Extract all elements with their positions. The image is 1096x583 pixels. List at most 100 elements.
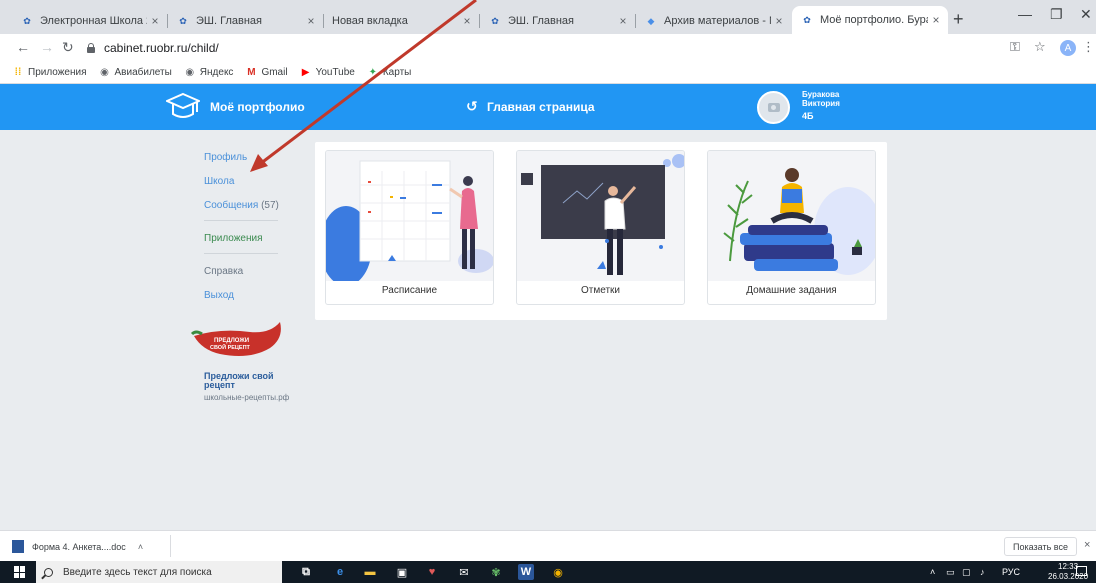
page-content: Профиль Школа Сообщения (57) Приложения … [0, 130, 1096, 530]
bookmark-apps[interactable]: ⁞⁞ Приложения [12, 67, 87, 79]
key-icon[interactable]: ⚿ [1010, 39, 1020, 55]
back-arrow-icon[interactable]: ← [16, 39, 30, 55]
tile-grades[interactable]: Отметки [516, 150, 685, 305]
graduation-cap-icon[interactable] [166, 92, 200, 122]
tab-esh-main[interactable]: ✿ ЭШ. Главная × [168, 8, 324, 34]
tab-esh-main-2[interactable]: ✿ ЭШ. Главная × [480, 8, 636, 34]
camera-icon [767, 103, 780, 112]
tile-homework[interactable]: Домашние задания [707, 150, 876, 305]
store-icon[interactable]: ▣ [394, 564, 410, 580]
portfolio-title[interactable]: Моё портфолио [210, 100, 305, 114]
word-app-icon[interactable]: W [518, 564, 534, 580]
download-item[interactable]: Форма 4. Анкета....doc ˄ [12, 540, 143, 553]
schedule-illustration [326, 151, 493, 281]
tab-close-icon[interactable]: × [928, 13, 944, 27]
bookmarks-bar: ⁞⁞ Приложения ◉ Авиабилеты ◉ Яндекс M Gm… [0, 62, 1096, 84]
tab-new-tab[interactable]: Новая вкладка × [324, 8, 480, 34]
tiles-panel: Расписание Отметки Домашние задания [315, 142, 887, 320]
user-avatar[interactable] [757, 91, 790, 124]
forward-arrow-icon[interactable]: → [40, 39, 54, 55]
url-text: cabinet.ruobr.ru/child/ [104, 41, 219, 55]
maps-pin-icon: ✦ [368, 67, 378, 78]
bookmark-yandex[interactable]: ◉ Яндекс [184, 67, 233, 79]
browser-tab-strip: ✿ Электронная Школа 2.0. Вхо × ✿ ЭШ. Гла… [0, 0, 1096, 34]
badge-line1: ПРЕДЛОЖИ [214, 338, 249, 344]
reload-icon[interactable]: ↻ [62, 39, 74, 56]
speaker-icon[interactable]: ♪ [980, 567, 985, 577]
tab-close-icon[interactable]: × [459, 14, 475, 28]
star-bookmark-icon[interactable]: ☆ [1034, 39, 1046, 55]
download-bar: Форма 4. Анкета....doc ˄ Показать все × [0, 530, 1096, 561]
diamond-favicon-icon: ◆ [647, 15, 655, 26]
window-close-icon[interactable]: ✕ [1080, 6, 1092, 23]
tab-materials-archive[interactable]: ◆ Архив материалов - МАОУ × [636, 8, 791, 34]
site-favicon-icon: ✿ [23, 15, 31, 26]
globe-icon: ◉ [100, 67, 109, 78]
profile-avatar[interactable]: A [1060, 40, 1076, 56]
apps-grid-icon: ⁞⁞ [14, 67, 22, 78]
windows-taskbar: Введите здесь текст для поиска ⧉ e ▬ ▣ ♥… [0, 561, 1096, 583]
minimize-icon[interactable]: — [1018, 6, 1032, 22]
site-favicon-icon: ✿ [803, 14, 811, 25]
globe-icon: ◉ [185, 67, 195, 78]
home-page-link[interactable]: Главная страница [487, 100, 595, 114]
chevron-up-icon[interactable]: ˄ [138, 542, 143, 552]
portfolio-header: Моё портфолио ↺ Главная страница Бураков… [0, 84, 1096, 130]
menu-messages[interactable]: Сообщения (57) [204, 200, 279, 212]
messages-count: (57) [261, 200, 279, 211]
display-icon[interactable]: ▢ [962, 567, 971, 578]
address-bar[interactable]: cabinet.ruobr.ru/child/ [86, 37, 986, 59]
taskbar-search[interactable]: Введите здесь текст для поиска [36, 561, 282, 583]
network-icon[interactable]: ▭ [946, 567, 955, 578]
chrome-app-icon[interactable]: ◉ [550, 564, 566, 580]
windows-start-icon[interactable] [14, 566, 26, 578]
chili-pepper-badge[interactable]: ПРЕДЛОЖИ СВОЙ РЕЦЕПТ [190, 318, 286, 362]
edge-browser-icon[interactable]: e [332, 564, 348, 580]
badge-line2: СВОЙ РЕЦЕПТ [210, 343, 251, 351]
homework-illustration [708, 151, 875, 281]
menu-apps[interactable]: Приложения [204, 233, 279, 245]
download-bar-close-icon[interactable]: × [1084, 539, 1090, 551]
tray-chevron-icon[interactable]: ˄ [930, 567, 935, 577]
menu-school[interactable]: Школа [204, 176, 279, 188]
mcafee-icon[interactable]: ♥ [424, 564, 440, 580]
task-view-icon[interactable]: ⧉ [298, 564, 314, 580]
promo-title-link[interactable]: Предложи свой рецепт [204, 372, 294, 390]
menu-logout[interactable]: Выход [204, 290, 279, 302]
tab-close-icon[interactable]: × [771, 14, 787, 28]
site-favicon-icon: ✿ [179, 15, 187, 26]
kebab-menu-icon[interactable]: ⋮ [1082, 39, 1095, 55]
bookmark-youtube[interactable]: ▶ YouTube [300, 67, 355, 79]
mail-icon[interactable]: ✉ [456, 564, 472, 580]
new-tab-button[interactable]: + [953, 9, 964, 30]
user-class: 4Б [802, 111, 814, 121]
file-explorer-icon[interactable]: ▬ [362, 564, 378, 580]
menu-help[interactable]: Справка [204, 266, 279, 278]
promo-site: школьные-рецепты.рф [204, 393, 290, 402]
tab-close-icon[interactable]: × [147, 14, 163, 28]
gmail-icon: M [247, 67, 256, 78]
bookmark-maps[interactable]: ✦ Карты [367, 67, 412, 79]
site-favicon-icon: ✿ [491, 15, 499, 26]
tile-label: Расписание [381, 285, 438, 296]
menu-divider [204, 220, 278, 221]
show-all-button[interactable]: Показать все [1004, 537, 1077, 556]
search-icon [44, 567, 53, 577]
bookmark-gmail[interactable]: M Gmail [245, 67, 287, 79]
refresh-home-icon[interactable]: ↺ [466, 98, 478, 115]
language-indicator[interactable]: РУС [1002, 567, 1020, 577]
word-doc-icon [12, 540, 24, 553]
tile-schedule[interactable]: Расписание [325, 150, 494, 305]
tab-close-icon[interactable]: × [615, 14, 631, 28]
tab-my-portfolio[interactable]: ✿ Моё портфолио. Буракова × [792, 6, 948, 34]
youtube-icon: ▶ [301, 67, 310, 78]
photos-icon[interactable]: ✾ [488, 564, 504, 580]
maximize-icon[interactable]: ❐ [1050, 6, 1063, 23]
notifications-icon[interactable] [1076, 566, 1087, 576]
download-divider [170, 535, 171, 557]
tab-electronic-school[interactable]: ✿ Электронная Школа 2.0. Вхо × [12, 8, 168, 34]
bookmark-flights[interactable]: ◉ Авиабилеты [99, 67, 172, 79]
user-name: Буракова Виктория [802, 90, 840, 108]
tab-close-icon[interactable]: × [303, 14, 319, 28]
menu-profile[interactable]: Профиль [204, 152, 279, 164]
